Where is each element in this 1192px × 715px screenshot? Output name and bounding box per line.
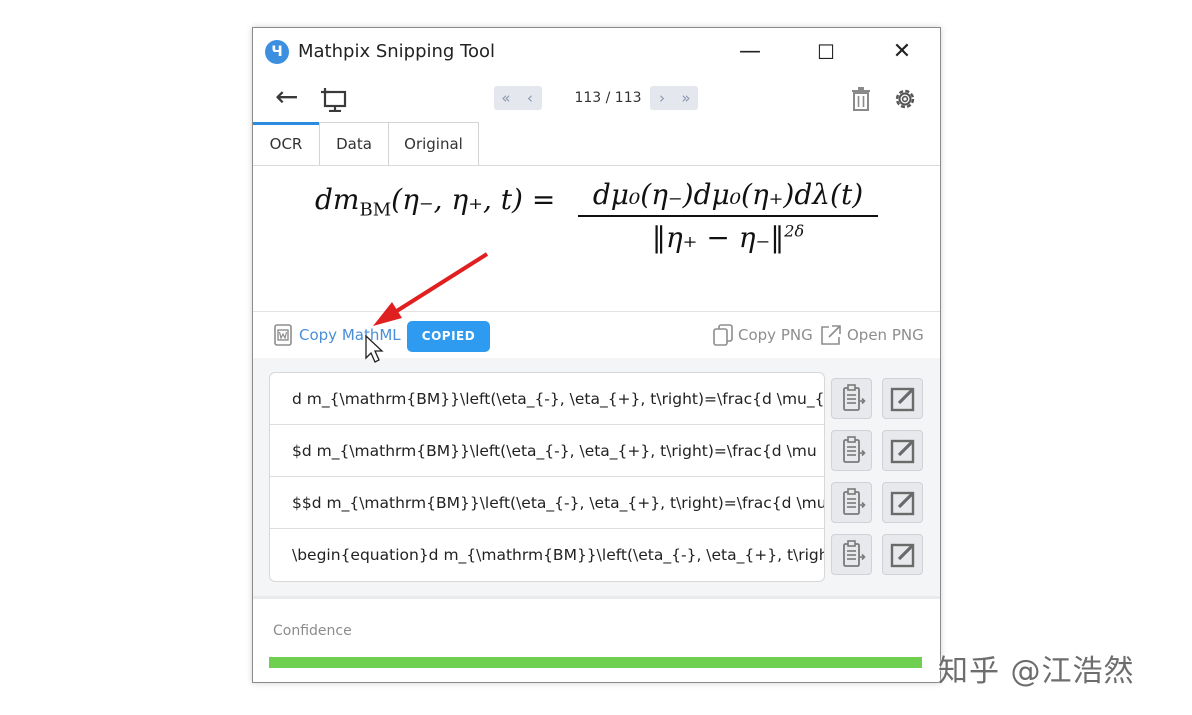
annotation-overlay bbox=[365, 252, 489, 363]
annotation-arrow-head bbox=[373, 302, 402, 326]
mouse-cursor-icon bbox=[365, 334, 384, 363]
watermark: 知乎 @江浩然 bbox=[938, 654, 1135, 689]
annotation-arrow-line bbox=[390, 252, 489, 316]
